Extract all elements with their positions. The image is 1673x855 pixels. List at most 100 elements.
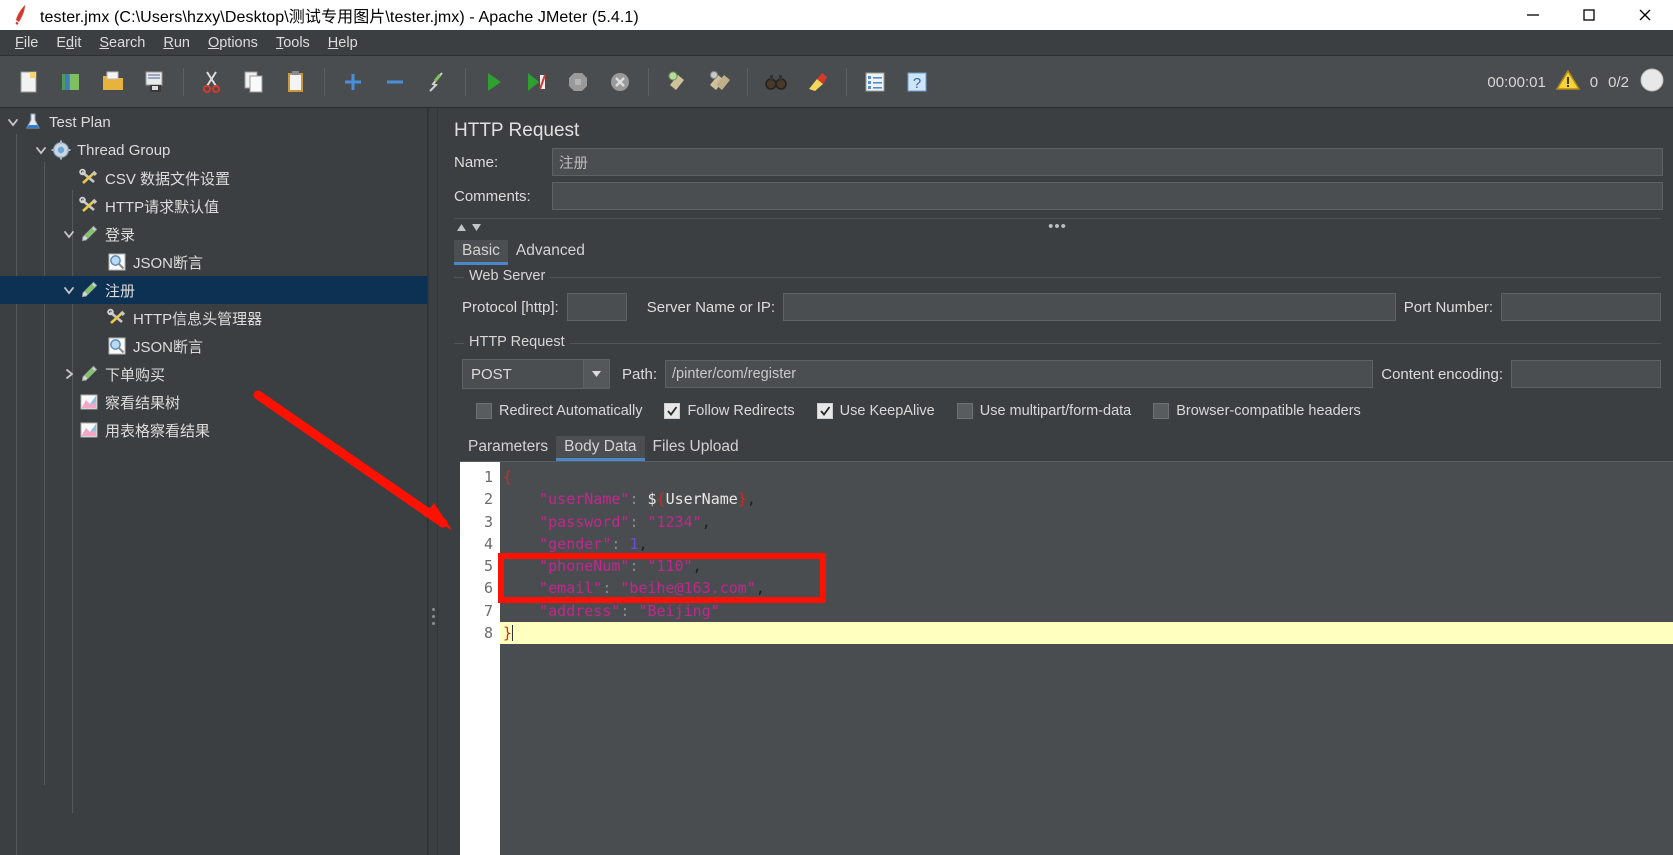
jmeter-feather-icon: [8, 2, 34, 28]
tree-node[interactable]: 登录: [0, 220, 427, 248]
tree-node[interactable]: 察看结果树: [0, 388, 427, 416]
toggle-icon[interactable]: [416, 61, 458, 103]
protocol-input[interactable]: [566, 293, 627, 321]
code-line[interactable]: "email": "beihe@163.com",: [500, 577, 1673, 599]
collapse-arrows[interactable]: [456, 223, 482, 232]
new-icon[interactable]: [8, 61, 50, 103]
code-line[interactable]: "gender": 1,: [500, 533, 1673, 555]
checkbox-box[interactable]: [956, 403, 973, 419]
port-number-input[interactable]: [1501, 293, 1661, 321]
tree-node[interactable]: HTTP信息头管理器: [0, 304, 427, 332]
minimize-button[interactable]: [1505, 0, 1561, 30]
line-number: 3: [483, 512, 493, 531]
code-line[interactable]: "userName": ${UserName},: [500, 488, 1673, 510]
start-icon[interactable]: [473, 61, 515, 103]
templates-icon[interactable]: [50, 61, 92, 103]
path-input[interactable]: /pinter/com/register: [665, 360, 1374, 388]
menu-help[interactable]: Help: [319, 33, 367, 53]
checkbox-label: Browser-compatible headers: [1176, 403, 1361, 419]
tree-node[interactable]: 用表格察看结果: [0, 416, 427, 444]
tab-body-data[interactable]: Body Data: [556, 436, 645, 461]
panel-splitter[interactable]: [428, 108, 438, 855]
cut-icon[interactable]: [191, 61, 233, 103]
checkbox-item[interactable]: Browser-compatible headers: [1153, 403, 1361, 419]
chevron-down-icon: [64, 286, 74, 295]
menu-options[interactable]: Options: [199, 33, 267, 53]
checkbox-box[interactable]: [476, 403, 492, 419]
close-button[interactable]: [1617, 0, 1673, 30]
checkbox-box[interactable]: [664, 403, 681, 419]
code-line[interactable]: {: [500, 466, 1673, 488]
menu-search[interactable]: Search: [90, 33, 154, 53]
editor-line-numbers: 1 2 3 4 5 6 7 8: [460, 462, 513, 855]
code-line[interactable]: "address": "Beijing": [500, 600, 1673, 622]
port-number-label: Port Number:: [1403, 298, 1493, 316]
splitter-dot: [432, 608, 435, 611]
checkbox-box[interactable]: [1153, 403, 1170, 419]
tree-toggle[interactable]: [60, 365, 78, 383]
tree-toggle[interactable]: [60, 225, 78, 243]
chevron-down-icon[interactable]: [583, 360, 609, 388]
checkbox-item[interactable]: Use multipart/form-data: [956, 403, 1131, 419]
code-line[interactable]: }: [500, 622, 1673, 645]
threads-circle-icon: [1639, 67, 1665, 98]
server-name-input[interactable]: [783, 293, 1396, 321]
editor-code-area[interactable]: { "userName": ${UserName}, "password": "…: [500, 462, 1673, 855]
open-icon[interactable]: [92, 61, 134, 103]
line-number: 1: [460, 466, 513, 488]
collapse-all-icon[interactable]: [374, 61, 416, 103]
tree-toggle[interactable]: [60, 281, 78, 299]
splitter-dot: [432, 622, 435, 625]
test-plan-tree[interactable]: Test Plan Thread Group CSV 数据文件设置 HTTP请求默认值…: [0, 108, 428, 855]
tab-advanced[interactable]: Advanced: [508, 240, 593, 265]
shutdown-icon[interactable]: [599, 61, 641, 103]
tab-files-upload[interactable]: Files Upload: [645, 436, 747, 461]
menu-edit[interactable]: Edit: [47, 33, 90, 53]
function-helper-icon[interactable]: [854, 61, 896, 103]
checkbox-item[interactable]: Redirect Automatically: [476, 403, 642, 419]
search-icon[interactable]: [755, 61, 797, 103]
help-icon[interactable]: ?: [896, 61, 938, 103]
name-input[interactable]: 注册: [552, 148, 1663, 176]
code-line[interactable]: "password": "1234",: [500, 511, 1673, 533]
warning-triangle-icon[interactable]: [1555, 69, 1581, 96]
menu-file[interactable]: File: [6, 33, 47, 53]
reset-search-icon[interactable]: [797, 61, 839, 103]
clear-icon[interactable]: [656, 61, 698, 103]
more-options-icon[interactable]: •••: [1048, 219, 1067, 234]
menu-run[interactable]: Run: [154, 33, 199, 53]
menu-tools[interactable]: Tools: [267, 33, 319, 53]
tree-toggle[interactable]: [4, 113, 22, 131]
config-icon: [106, 307, 128, 329]
tab-parameters[interactable]: Parameters: [460, 436, 556, 461]
tree-node[interactable]: Thread Group: [0, 136, 427, 164]
http-method-select[interactable]: POST: [462, 359, 610, 389]
window-titlebar: tester.jmx (C:\Users\hzxy\Desktop\测试专用图片…: [0, 0, 1673, 30]
tree-node[interactable]: CSV 数据文件设置: [0, 164, 427, 192]
body-data-editor[interactable]: 1 2 3 4 5 6 7 8 { "userName": ${UserName}, "pas…: [460, 461, 1673, 855]
tree-node[interactable]: 注册: [0, 276, 427, 304]
tree-toggle[interactable]: [32, 141, 50, 159]
paste-icon[interactable]: [275, 61, 317, 103]
checkbox-box[interactable]: [816, 403, 833, 419]
checkbox-item[interactable]: Follow Redirects: [664, 403, 795, 419]
maximize-button[interactable]: [1561, 0, 1617, 30]
tree-node[interactable]: JSON断言: [0, 332, 427, 360]
content-encoding-input[interactable]: [1511, 360, 1661, 388]
clear-all-icon[interactable]: [698, 61, 740, 103]
expand-all-icon[interactable]: [332, 61, 374, 103]
code-line[interactable]: "phoneNum": "110",: [500, 555, 1673, 577]
stop-icon[interactable]: [557, 61, 599, 103]
checkbox-item[interactable]: Use KeepAlive: [816, 403, 935, 419]
tree-node[interactable]: Test Plan: [0, 108, 427, 136]
tree-node[interactable]: 下单购买: [0, 360, 427, 388]
comments-input[interactable]: [552, 182, 1663, 210]
save-icon[interactable]: [134, 61, 176, 103]
web-server-group: Web Server Protocol [http]: Server Name …: [454, 268, 1661, 325]
tab-basic[interactable]: Basic: [454, 240, 508, 265]
tree-node[interactable]: JSON断言: [0, 248, 427, 276]
line-number: 2: [483, 490, 493, 509]
tree-node[interactable]: HTTP请求默认值: [0, 192, 427, 220]
start-no-timers-icon[interactable]: [515, 61, 557, 103]
copy-icon[interactable]: [233, 61, 275, 103]
